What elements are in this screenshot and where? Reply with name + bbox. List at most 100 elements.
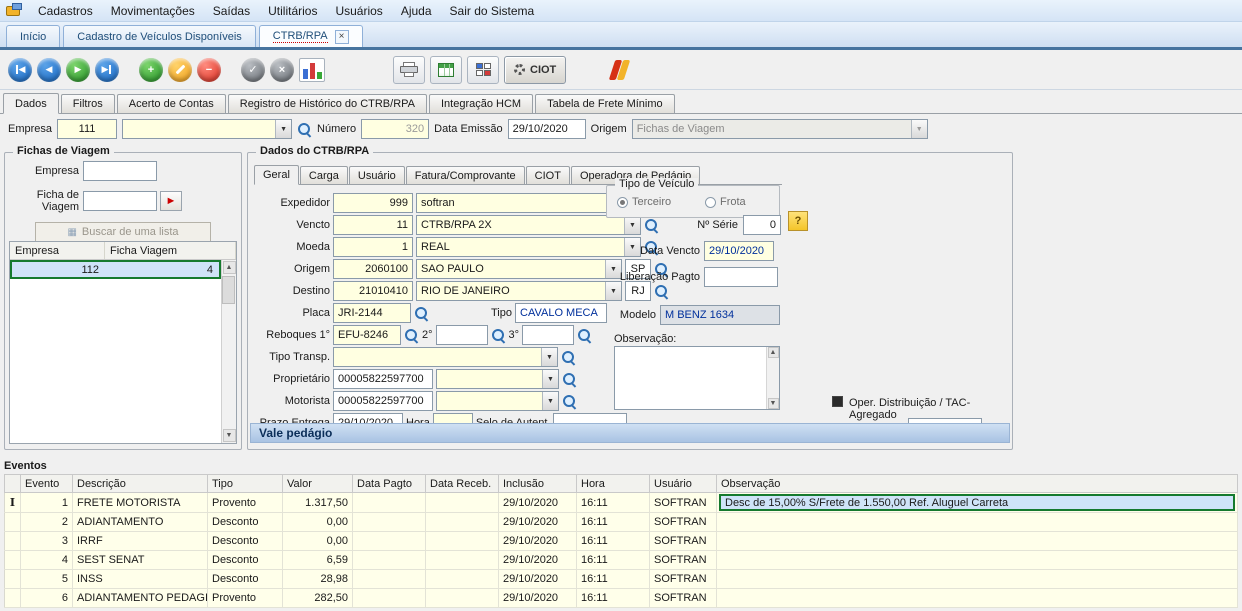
search-icon[interactable] xyxy=(562,372,577,387)
tab-filtros[interactable]: Filtros xyxy=(61,94,115,113)
modelo-input[interactable]: M BENZ 1634 xyxy=(660,305,780,325)
chevron-down-icon[interactable]: ▼ xyxy=(624,216,640,234)
integration-grid-button[interactable] xyxy=(467,56,499,84)
search-icon[interactable] xyxy=(577,328,592,343)
tab-integracao-hcm[interactable]: Integração HCM xyxy=(429,94,533,113)
menu-item-sair-do-sistema[interactable]: Sair do Sistema xyxy=(441,2,544,20)
search-icon[interactable] xyxy=(491,328,506,343)
motorista-combo[interactable]: ▼ xyxy=(436,391,559,411)
moeda-combo[interactable]: REAL▼ xyxy=(416,237,641,257)
search-icon[interactable] xyxy=(297,122,312,137)
print-button[interactable] xyxy=(393,56,425,84)
events-row-selector[interactable]: I xyxy=(5,493,21,513)
vencto-combo[interactable]: CTRB/RPA 2X▼ xyxy=(416,215,641,235)
previous-record-button[interactable]: ◀ xyxy=(37,58,61,82)
menu-item-cadastros[interactable]: Cadastros xyxy=(29,2,102,20)
scroll-down-icon[interactable]: ▼ xyxy=(223,429,236,442)
destino-uf-input[interactable]: RJ xyxy=(625,281,651,301)
placa-input[interactable]: JRI-2144 xyxy=(333,303,411,323)
add-record-button[interactable]: + xyxy=(139,58,163,82)
reboque1-input[interactable]: EFU-8246 xyxy=(333,325,401,345)
tab-tabela-de-frete-minimo[interactable]: Tabela de Frete Mínimo xyxy=(535,94,675,113)
delete-record-button[interactable]: − xyxy=(197,58,221,82)
events-row[interactable]: 4SEST SENATDesconto6,5929/10/202016:11SO… xyxy=(5,551,1238,570)
tipo-veiculo-input[interactable]: CAVALO MECA xyxy=(515,303,607,323)
scroll-down-icon[interactable]: ▼ xyxy=(768,398,779,409)
search-icon[interactable] xyxy=(404,328,419,343)
chart-icon[interactable] xyxy=(299,58,325,82)
proprietario-combo[interactable]: ▼ xyxy=(436,369,559,389)
scroll-up-icon[interactable]: ▲ xyxy=(768,347,779,358)
tipo-transp-combo[interactable]: ▼ xyxy=(333,347,558,367)
chevron-down-icon[interactable]: ▼ xyxy=(542,370,558,388)
empresa-input[interactable]: 111 xyxy=(57,119,117,139)
edit-record-button[interactable] xyxy=(168,58,192,82)
data-vencto-input[interactable]: 29/10/2020 xyxy=(704,241,774,261)
buscar-lista-button[interactable]: ▦ Buscar de uma lista xyxy=(35,222,211,242)
events-row-selector[interactable] xyxy=(5,570,21,589)
origem-combo[interactable]: Fichas de Viagem ▼ xyxy=(632,119,928,139)
help-button[interactable]: ? xyxy=(788,211,808,231)
tab-registro-de-historico-do-ctrb-rpa[interactable]: Registro de Histórico do CTRB/RPA xyxy=(228,94,427,113)
window-tab-inicio[interactable]: Início xyxy=(6,25,60,47)
events-row[interactable]: I1FRETE MOTORISTAProvento1.317,5029/10/2… xyxy=(5,493,1238,513)
window-tab-ctrb-rpa[interactable]: CTRB/RPA× xyxy=(259,25,363,47)
vale-pedagio-header[interactable]: Vale pedágio xyxy=(250,423,1010,443)
menu-item-ajuda[interactable]: Ajuda xyxy=(392,2,441,20)
events-row[interactable]: 2ADIANTAMENTODesconto0,0029/10/202016:11… xyxy=(5,513,1238,532)
ctrb-tab-geral[interactable]: Geral xyxy=(254,165,299,185)
tab-acerto-de-contas[interactable]: Acerto de Contas xyxy=(117,94,226,113)
serie-input[interactable]: 0 xyxy=(743,215,781,235)
origem-code-input[interactable]: 2060100 xyxy=(333,259,413,279)
search-icon[interactable] xyxy=(414,306,429,321)
next-record-button[interactable]: ▶ xyxy=(66,58,90,82)
fichas-empresa-input[interactable] xyxy=(83,161,157,181)
liberacao-input[interactable] xyxy=(704,267,778,287)
ctrb-tab-carga[interactable]: Carga xyxy=(300,166,348,184)
empresa-combo[interactable]: ▼ xyxy=(122,119,292,139)
observacao-textarea[interactable]: ▲ ▼ xyxy=(614,346,780,410)
radio-terceiro[interactable]: Terceiro xyxy=(617,196,671,208)
events-row-selector[interactable] xyxy=(5,551,21,570)
cancel-button[interactable]: × xyxy=(270,58,294,82)
reboque2-input[interactable] xyxy=(436,325,488,345)
ficha-viagem-input[interactable] xyxy=(83,191,157,211)
first-record-button[interactable]: ◀ xyxy=(8,58,32,82)
expedidor-code-input[interactable]: 999 xyxy=(333,193,413,213)
fichas-grid-row[interactable]: 1124 xyxy=(10,260,221,279)
ciot-button[interactable]: CIOT xyxy=(504,56,566,84)
chevron-down-icon[interactable]: ▼ xyxy=(605,282,621,300)
scrollbar-thumb[interactable] xyxy=(222,276,235,304)
reboque3-input[interactable] xyxy=(522,325,574,345)
ctrb-tab-usuario[interactable]: Usuário xyxy=(349,166,405,184)
load-ficha-button[interactable]: ► xyxy=(160,191,182,211)
events-row[interactable]: 3IRRFDesconto0,0029/10/202016:11SOFTRAN xyxy=(5,532,1238,551)
oper-distribuicao-checkbox[interactable] xyxy=(832,396,843,410)
numero-input[interactable]: 320 xyxy=(361,119,429,139)
window-tab-cadastro-de-veiculos-disponiveis[interactable]: Cadastro de Veículos Disponíveis xyxy=(63,25,255,47)
menu-item-utilitarios[interactable]: Utilitários xyxy=(259,2,326,20)
confirm-button[interactable]: ✓ xyxy=(241,58,265,82)
proprietario-input[interactable]: 00005822597700 xyxy=(333,369,433,389)
events-row-selector[interactable] xyxy=(5,513,21,532)
fichas-grid-scrollbar[interactable]: ▲ ▼ xyxy=(221,260,236,443)
search-icon[interactable] xyxy=(561,350,576,365)
search-icon[interactable] xyxy=(562,394,577,409)
export-spreadsheet-button[interactable] xyxy=(430,56,462,84)
tab-dados[interactable]: Dados xyxy=(3,93,59,114)
events-row[interactable]: 6ADIANTAMENTO PEDAGIO(+)Provento282,5029… xyxy=(5,589,1238,608)
destino-code-input[interactable]: 21010410 xyxy=(333,281,413,301)
menu-item-usuarios[interactable]: Usuários xyxy=(326,2,391,20)
destino-combo[interactable]: RIO DE JANEIRO▼ xyxy=(416,281,622,301)
ctrb-tab-fatura-comprovante[interactable]: Fatura/Comprovante xyxy=(406,166,525,184)
data-emissao-input[interactable]: 29/10/2020 xyxy=(508,119,586,139)
search-icon[interactable] xyxy=(654,284,669,299)
brand-icon[interactable] xyxy=(606,57,632,83)
events-row[interactable]: 5INSSDesconto28,9829/10/202016:11SOFTRAN xyxy=(5,570,1238,589)
events-row-selector[interactable] xyxy=(5,589,21,608)
close-icon[interactable]: × xyxy=(335,30,349,44)
chevron-down-icon[interactable]: ▼ xyxy=(542,392,558,410)
menu-item-saidas[interactable]: Saídas xyxy=(204,2,259,20)
events-row-selector[interactable] xyxy=(5,532,21,551)
radio-frota[interactable]: Frota xyxy=(705,196,746,208)
